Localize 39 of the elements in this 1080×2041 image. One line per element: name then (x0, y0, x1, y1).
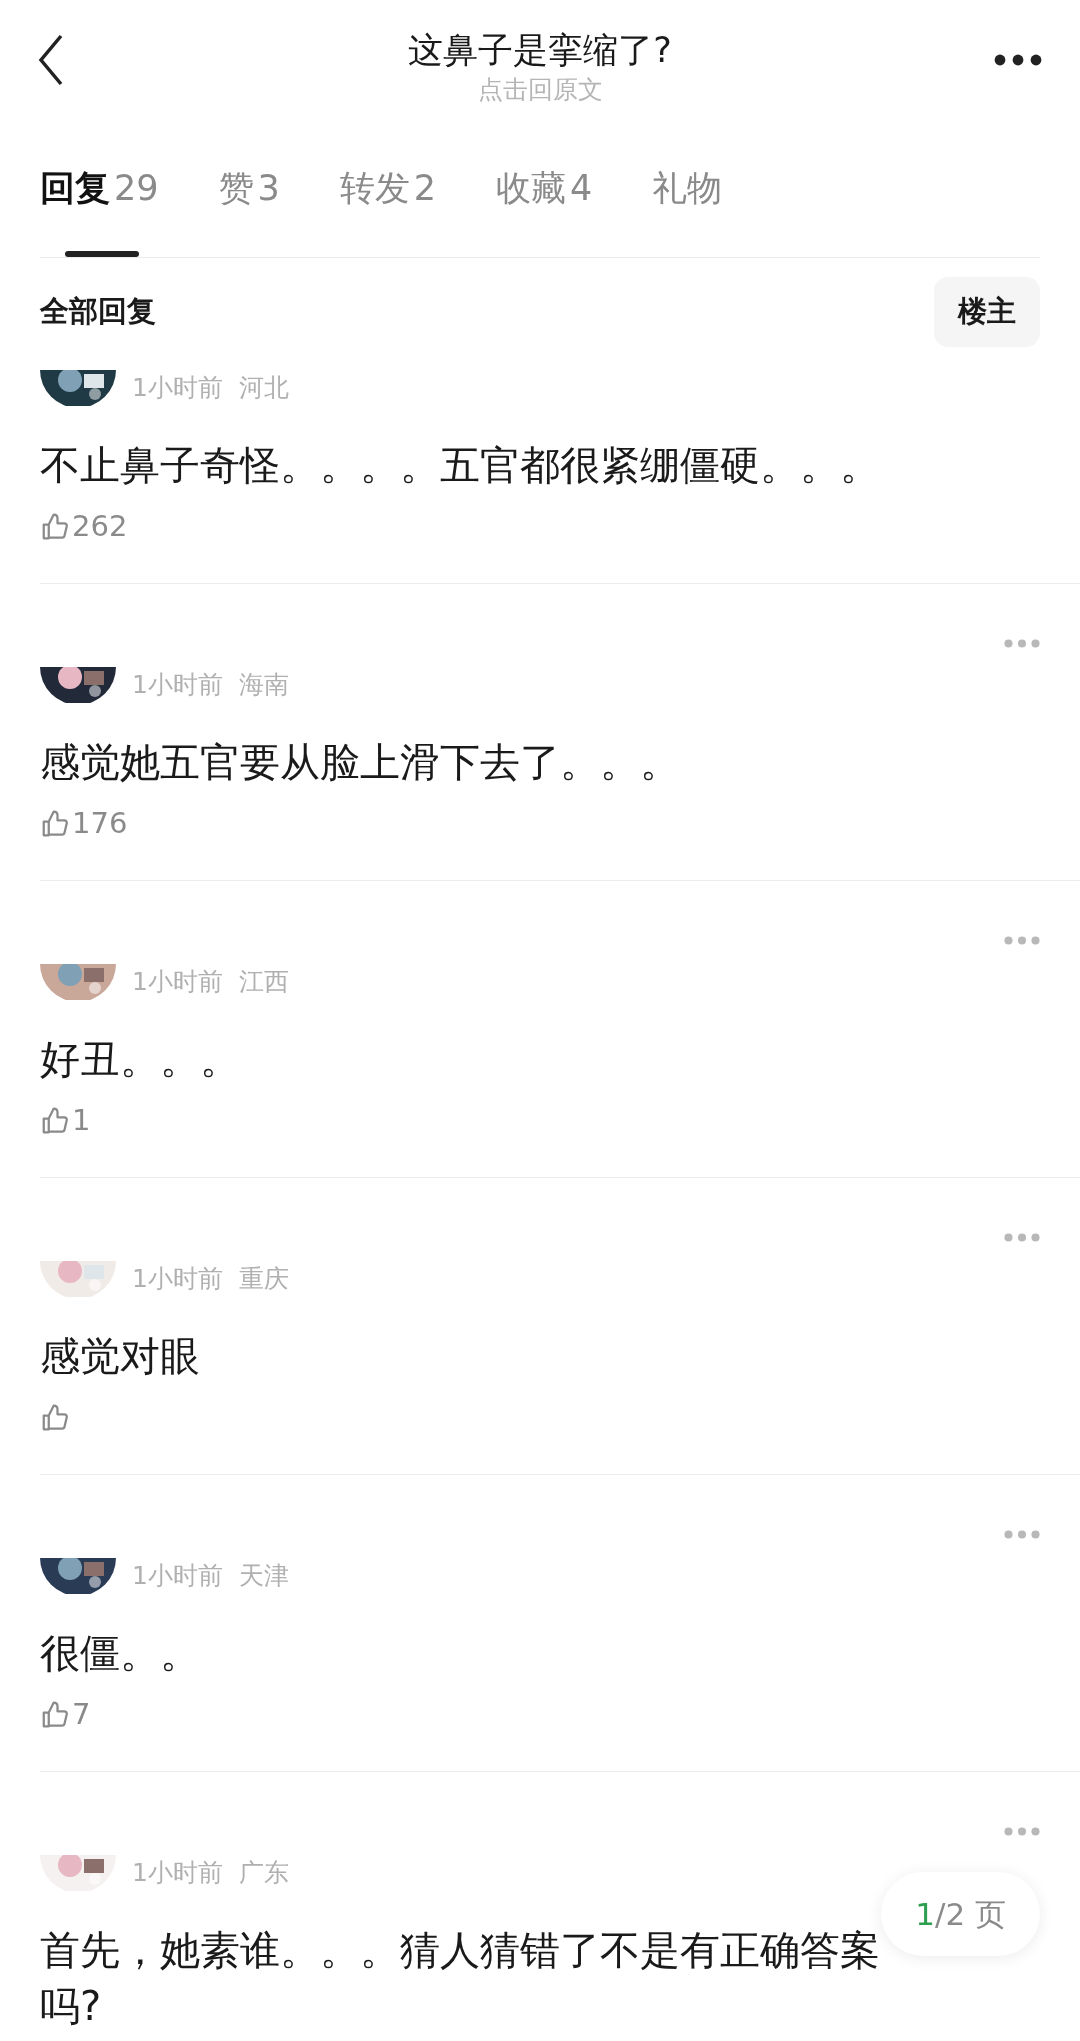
tab[interactable]: 回复29 (40, 119, 159, 257)
like-count: 176 (72, 805, 128, 843)
comment-location: 重庆 (238, 1263, 289, 1296)
tab[interactable]: 赞3 (218, 119, 280, 257)
tab[interactable]: 转发2 (339, 119, 437, 257)
comment-time: 1小时前 (132, 1263, 223, 1296)
op-filter-button[interactable]: 楼主 (934, 276, 1040, 347)
tab[interactable]: 收藏4 (496, 119, 593, 257)
like-count: 1 (72, 1102, 91, 1140)
comment-location: 河北 (238, 372, 289, 405)
like-count: 262 (72, 508, 128, 546)
comment-time: 1小时前 (132, 669, 223, 702)
comment-time: 1小时前 (132, 372, 223, 405)
thumbs-up-icon[interactable] (40, 1106, 70, 1136)
thumbs-up-icon[interactable] (40, 809, 70, 839)
comment-text: 好丑。。。 (40, 1035, 241, 1084)
comment-text: 首先，她素谁。。。猜人猜错了不是有正确答案吗? (40, 1926, 881, 2031)
thumbs-up-icon[interactable] (40, 1403, 70, 1433)
comment-location: 广东 (238, 1857, 289, 1890)
comment-text: 感觉她五官要从脸上滑下去了。。。 (40, 738, 681, 787)
thumbs-up-icon[interactable] (40, 1700, 70, 1730)
more-icon[interactable] (994, 54, 1042, 66)
page-title: 这鼻子是挛缩了? (408, 29, 672, 72)
comment-location: 江西 (238, 966, 289, 999)
comment-text: 不止鼻子奇怪。。。。五官都很紧绷僵硬。。。 (40, 441, 881, 490)
section-title: 全部回复 (40, 292, 156, 330)
comment-time: 1小时前 (132, 1857, 223, 1890)
page-indicator[interactable]: 1/2 页 (881, 1872, 1040, 1956)
like-count: 7 (72, 1696, 91, 1734)
thumbs-up-icon[interactable] (40, 512, 70, 542)
comment-text: 很僵。。 (40, 1629, 201, 1678)
view-original-link[interactable]: 点击回原文 (477, 74, 603, 106)
comment-location: 天津 (238, 1560, 289, 1593)
comment-time: 1小时前 (132, 1560, 223, 1593)
back-icon[interactable] (38, 34, 64, 86)
tab[interactable]: 礼物 (652, 119, 723, 257)
comment-time: 1小时前 (132, 966, 223, 999)
comment-text: 感觉对眼 (40, 1332, 201, 1381)
comment-location: 海南 (238, 669, 289, 702)
